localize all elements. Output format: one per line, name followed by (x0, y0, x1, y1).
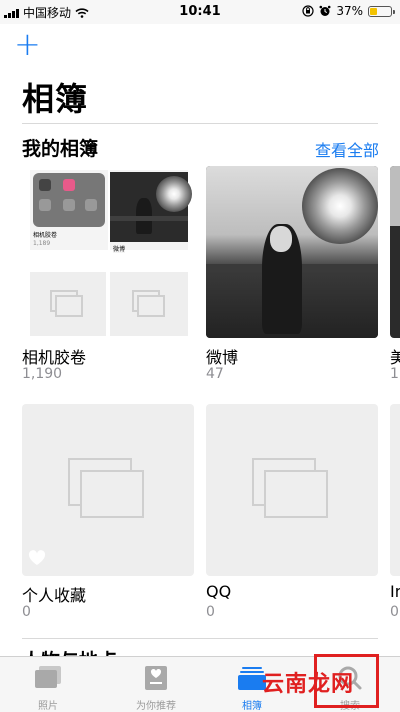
album-count: 0 (390, 604, 399, 620)
album-name: 相机胶卷 (22, 348, 87, 367)
mini-album-name: 微博 (113, 244, 126, 253)
album-count: 0 (22, 604, 31, 620)
see-all-button[interactable]: 查看全部 (315, 137, 379, 161)
album-name: 个人收藏 (22, 586, 87, 605)
album-name: 美 (390, 348, 400, 367)
tab-for-you[interactable]: 为你推荐 (106, 657, 206, 712)
album-thumbnail: 相机胶卷 1,189 微博 (22, 166, 194, 338)
album-thumbnail (206, 166, 378, 338)
album-weibo[interactable]: 微博 47 (206, 166, 378, 386)
album-thumbnail (390, 166, 400, 338)
album-name: 微博 (206, 348, 239, 367)
photo-placeholder (110, 272, 188, 336)
album-thumbnail (206, 404, 378, 576)
watermark: 云南龙网 (262, 671, 355, 697)
album-name: QQ (206, 582, 232, 601)
album-qq[interactable]: QQ 0 (206, 404, 378, 624)
alarm-icon (319, 5, 331, 16)
screenshot-thumbnail: 相机胶卷 1,189 (30, 170, 108, 250)
album-count: 47 (206, 366, 224, 382)
album-partial-3[interactable]: 美 1 (390, 166, 400, 386)
battery-percent: 37% (336, 4, 363, 18)
section-title-my-albums: 我的相簿 (22, 138, 99, 160)
screenshot-thumbnail: 微博 (110, 170, 192, 253)
tab-label: 为你推荐 (136, 701, 176, 712)
album-partial-6[interactable]: In 0 (390, 404, 400, 624)
album-camera-roll[interactable]: 相机胶卷 1,189 微博 相机胶卷 1,190 (22, 166, 194, 386)
album-thumbnail (22, 404, 194, 576)
album-name: In (390, 582, 400, 601)
add-album-button[interactable]: + (14, 28, 41, 60)
mini-album-count: 1,189 (33, 240, 51, 247)
mini-album-name: 相机胶卷 (33, 232, 58, 239)
page-title: 相簿 (22, 80, 89, 118)
tab-label: 照片 (38, 701, 58, 712)
battery-icon (368, 5, 395, 17)
album-favorites[interactable]: 个人收藏 0 (22, 404, 194, 624)
divider (22, 638, 378, 639)
album-count: 1,190 (22, 366, 63, 382)
heart-icon (28, 550, 46, 565)
rotation-lock-icon (302, 5, 314, 17)
album-count: 0 (206, 604, 215, 620)
photos-icon (35, 666, 61, 688)
album-count: 1 (390, 366, 399, 382)
album-thumbnail (390, 404, 400, 576)
tab-label: 相簿 (242, 701, 262, 712)
photo-placeholder (30, 272, 106, 336)
for-you-icon (145, 666, 167, 690)
divider (22, 123, 378, 124)
tab-photos[interactable]: 照片 (0, 657, 96, 712)
status-bar: 中国移动 10:41 37% (0, 0, 400, 24)
